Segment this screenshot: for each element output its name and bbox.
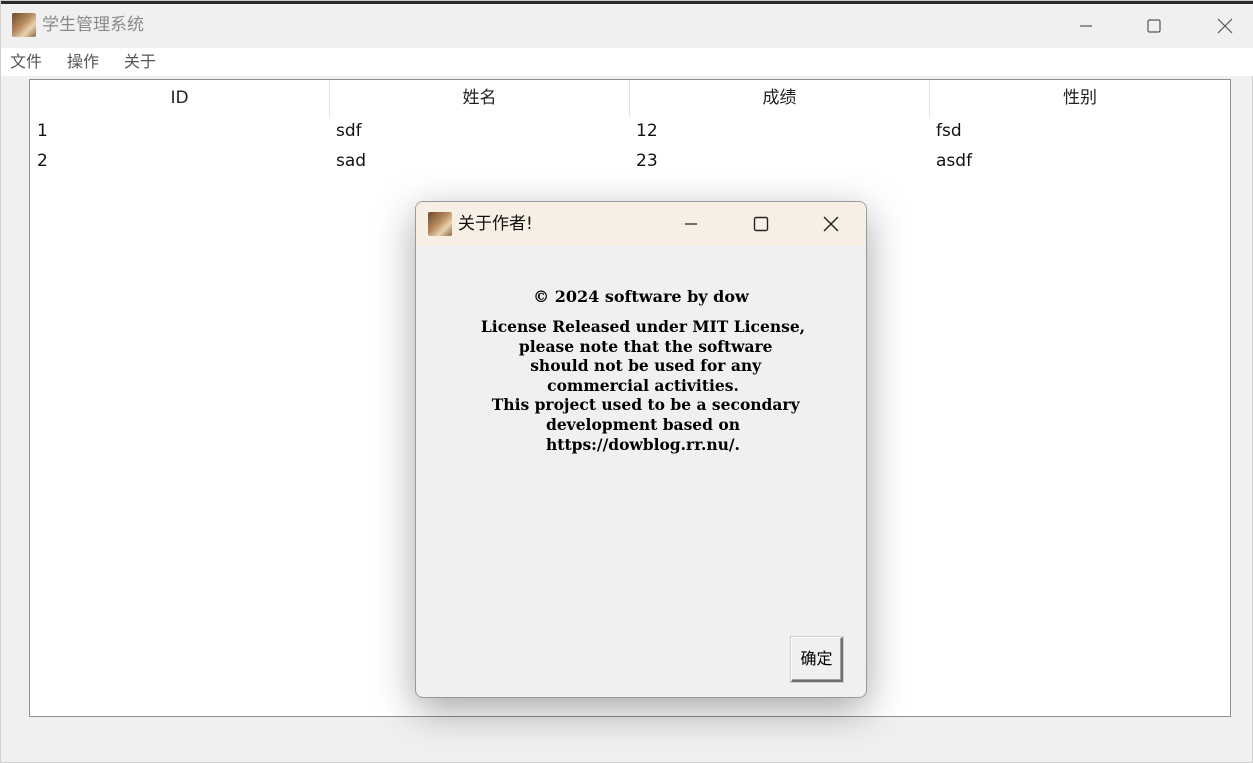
table-row[interactable]: 1 sdf 12 fsd: [30, 116, 1230, 146]
dialog-close-button[interactable]: [808, 204, 854, 244]
column-header-gender[interactable]: 性别: [930, 80, 1230, 117]
cell-score: 12: [636, 121, 658, 141]
menu-file[interactable]: 文件: [10, 52, 42, 72]
app-icon: [428, 212, 452, 236]
menu-operations[interactable]: 操作: [67, 52, 99, 72]
copyright-text: © 2024 software by dow: [533, 287, 749, 306]
cell-gender: fsd: [936, 121, 962, 141]
menu-bar: 文件 操作 关于: [1, 48, 1253, 76]
table-row[interactable]: 2 sad 23 asdf: [30, 146, 1230, 176]
maximize-icon: [1147, 19, 1161, 33]
table-header: ID 姓名 成绩 性别: [30, 80, 1230, 117]
dialog-title-bar[interactable]: 关于作者!: [416, 202, 866, 246]
cell-score: 23: [636, 151, 658, 171]
column-header-score[interactable]: 成绩: [630, 80, 930, 117]
cell-name: sdf: [336, 121, 362, 141]
title-bar[interactable]: 学生管理系统: [1, 4, 1253, 48]
window-title: 学生管理系统: [42, 15, 144, 35]
dialog-maximize-button[interactable]: [738, 204, 784, 244]
close-icon: [823, 216, 839, 232]
column-header-id[interactable]: ID: [30, 80, 330, 117]
main-window: 学生管理系统 文件 操作 关于 ID 姓名 成绩 性别 1 sdf 12 fsd…: [0, 0, 1253, 763]
license-text: License Released under MIT License, plea…: [480, 317, 806, 454]
dialog-minimize-button[interactable]: [668, 204, 714, 244]
minimize-button[interactable]: [1063, 7, 1109, 45]
app-icon: [12, 13, 36, 37]
cell-id: 2: [37, 151, 48, 171]
minimize-icon: [1080, 25, 1092, 27]
ok-button[interactable]: 确定: [791, 637, 843, 682]
cell-gender: asdf: [936, 151, 973, 171]
maximize-icon: [753, 216, 769, 232]
close-icon: [1217, 18, 1233, 34]
maximize-button[interactable]: [1131, 7, 1177, 45]
close-button[interactable]: [1202, 7, 1248, 45]
minimize-icon: [685, 223, 697, 225]
cell-id: 1: [37, 121, 48, 141]
dialog-title: 关于作者!: [458, 214, 533, 234]
cell-name: sad: [336, 151, 367, 171]
about-dialog: 关于作者! © 2024 software by dow License Rel…: [415, 201, 867, 698]
menu-about[interactable]: 关于: [124, 52, 156, 72]
column-header-name[interactable]: 姓名: [330, 80, 630, 117]
